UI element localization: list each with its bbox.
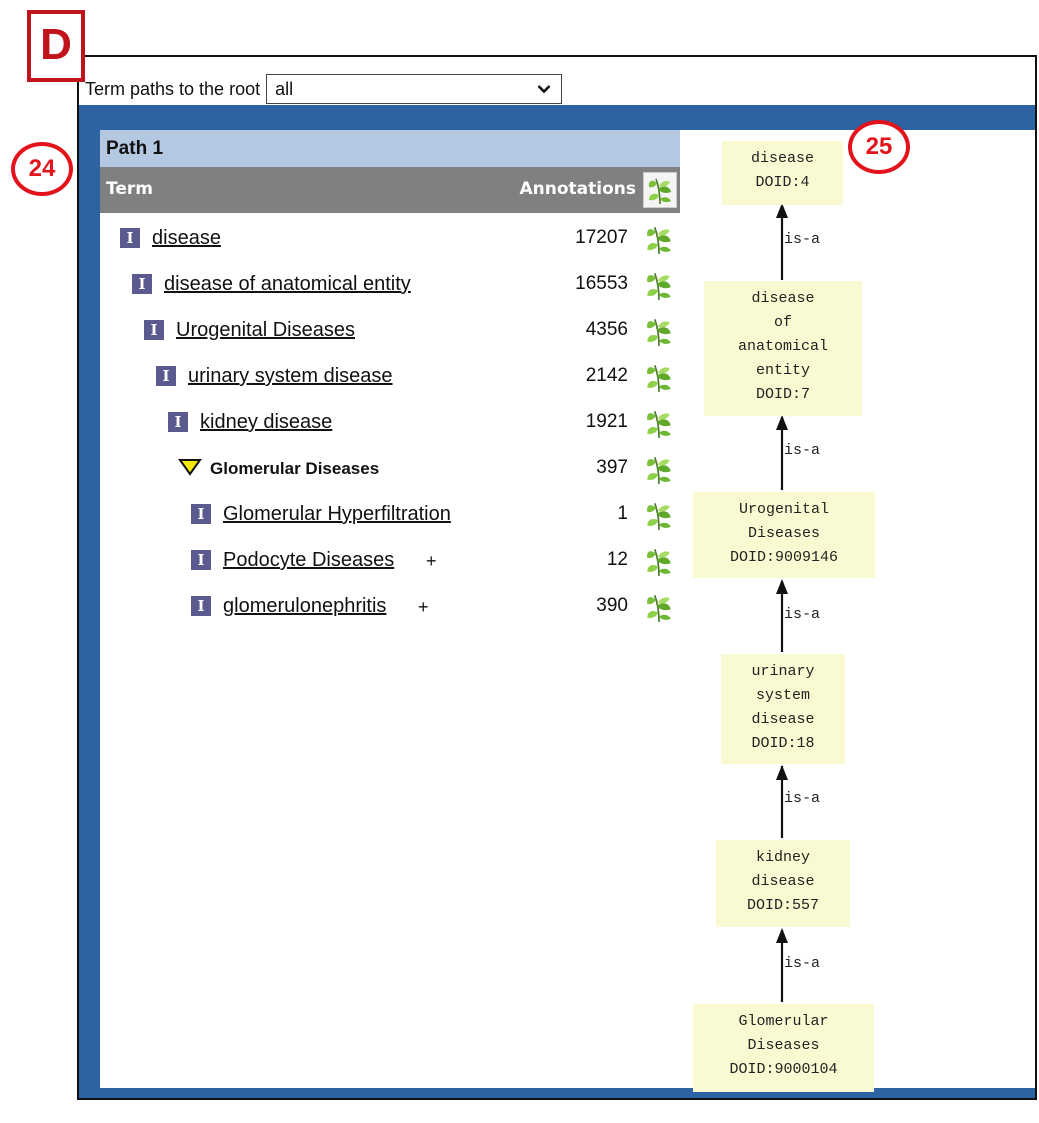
graph-node[interactable]: Glomerular Diseases DOID:9000104 bbox=[693, 1004, 874, 1092]
arrowhead bbox=[776, 928, 788, 943]
panel-label: D bbox=[27, 10, 85, 82]
arrowhead bbox=[776, 765, 788, 780]
node-text: anatomical bbox=[737, 338, 828, 355]
node-text: Glomerular bbox=[738, 1013, 829, 1030]
node-id: DOID:9009146 bbox=[729, 549, 839, 566]
callout-24: 24 bbox=[11, 142, 73, 196]
graph-node[interactable]: Urogenital Diseases DOID:9009146 bbox=[693, 492, 875, 578]
edge-label: is-a bbox=[784, 442, 821, 459]
node-text: urinary bbox=[751, 663, 815, 680]
edge-label: is-a bbox=[784, 606, 821, 623]
node-text: Diseases bbox=[747, 525, 820, 542]
node-id: DOID:9000104 bbox=[729, 1061, 838, 1078]
node-text: disease bbox=[751, 711, 815, 728]
node-text: disease bbox=[751, 873, 815, 890]
graph-node[interactable]: kidney disease DOID:557 bbox=[716, 840, 850, 927]
node-id: DOID:18 bbox=[751, 735, 815, 752]
edge-label: is-a bbox=[784, 790, 821, 807]
term-paths-select[interactable]: all bbox=[266, 74, 563, 104]
node-text: Urogenital bbox=[738, 501, 829, 518]
node-text: entity bbox=[755, 362, 810, 379]
term-paths-row: Term paths to the root all bbox=[85, 73, 563, 105]
node-text: kidney bbox=[755, 849, 810, 866]
node-id: DOID:7 bbox=[755, 386, 810, 403]
graph-node[interactable]: disease of anatomical entity DOID:7 bbox=[704, 281, 862, 416]
callout-25: 25 bbox=[848, 120, 910, 174]
node-text: of bbox=[773, 314, 792, 331]
term-paths-select-value: all bbox=[275, 78, 294, 99]
node-text: Diseases bbox=[747, 1037, 820, 1054]
graph-node[interactable]: disease DOID:4 bbox=[722, 141, 843, 205]
node-id: DOID:4 bbox=[755, 174, 810, 191]
chevron-down-icon bbox=[537, 85, 551, 94]
arrowhead bbox=[776, 579, 788, 594]
node-id: DOID:557 bbox=[746, 897, 819, 914]
edge-label: is-a bbox=[784, 231, 821, 248]
graph-node[interactable]: urinary system disease DOID:18 bbox=[721, 654, 845, 764]
node-text: system bbox=[755, 687, 810, 704]
node-text: disease bbox=[751, 290, 815, 307]
term-paths-label: Term paths to the root bbox=[85, 78, 261, 99]
node-text: disease bbox=[750, 150, 814, 167]
arrowhead bbox=[776, 203, 788, 218]
edge-label: is-a bbox=[784, 955, 821, 972]
arrowhead bbox=[776, 415, 788, 430]
